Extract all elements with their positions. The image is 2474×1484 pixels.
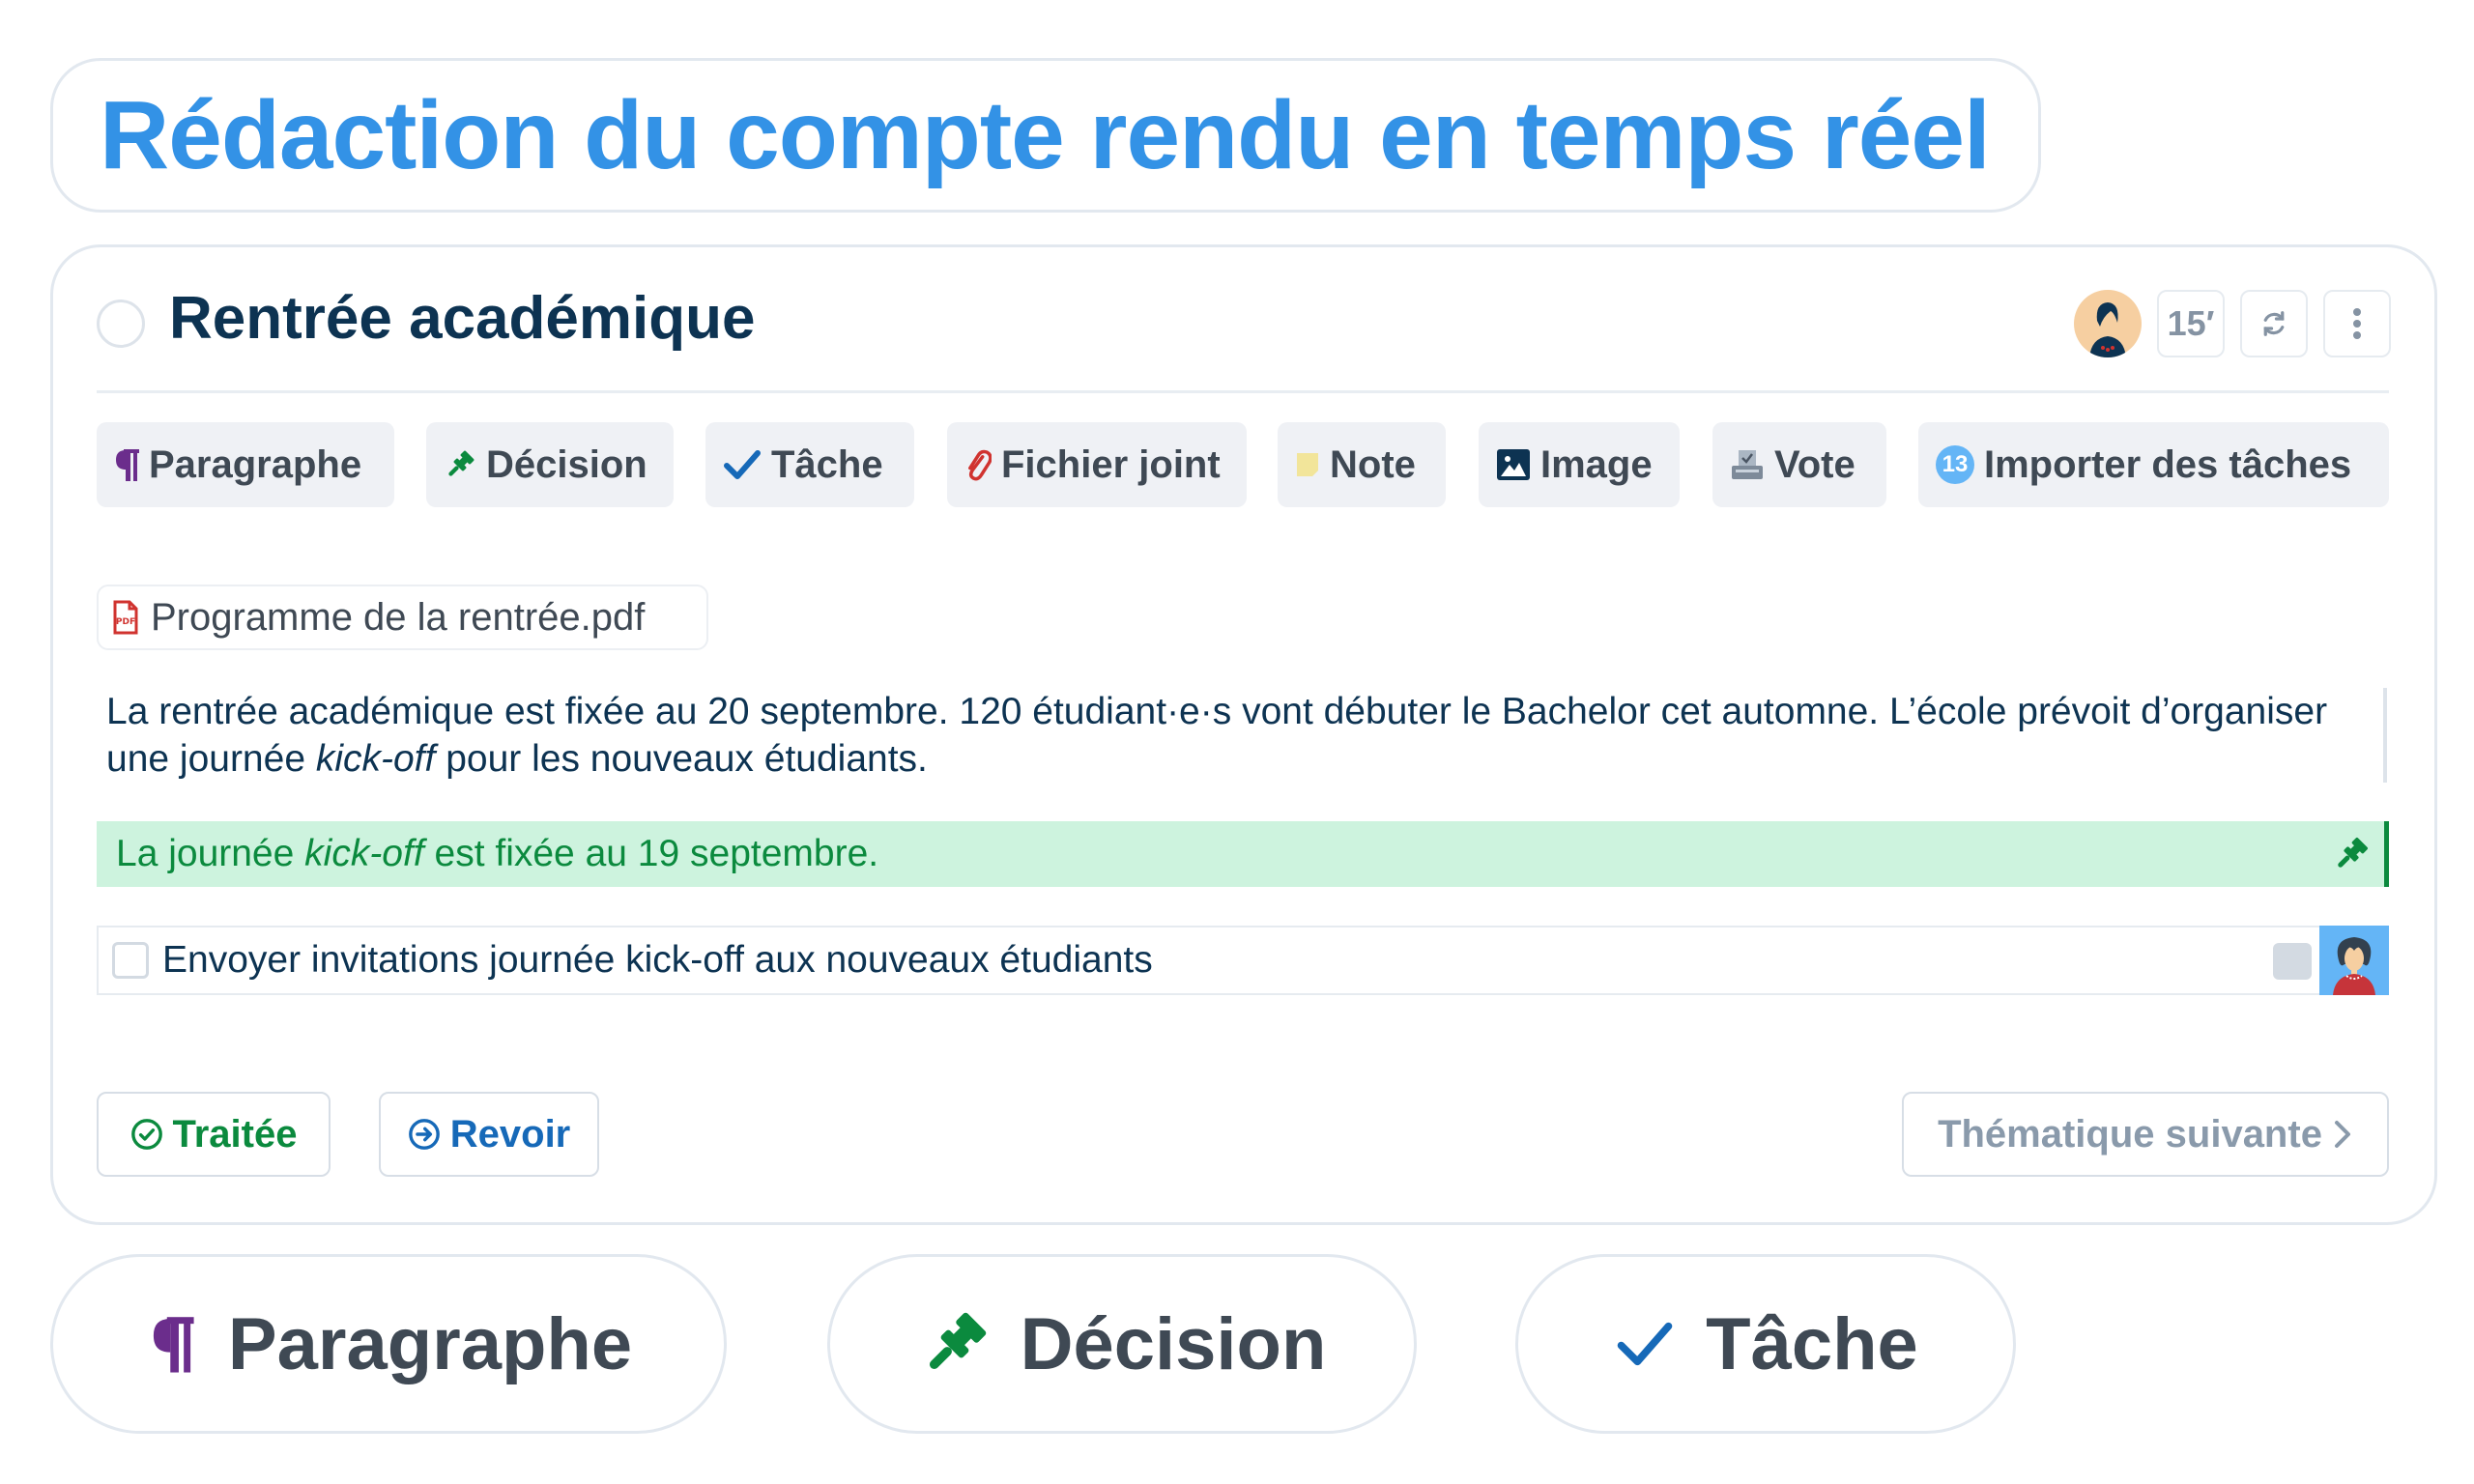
- toolbar-label: Paragraphe: [149, 442, 362, 486]
- paragraph-text-end: pour les nouveaux étudiants.: [435, 738, 928, 780]
- more-vertical-icon: [2353, 308, 2361, 339]
- more-options-button[interactable]: [2323, 290, 2391, 357]
- decision-text-start: La journée: [116, 833, 305, 874]
- legend-pill-paragraphe: Paragraphe: [50, 1254, 727, 1434]
- page-title-container: Rédaction du compte rendu en temps réel: [50, 58, 2041, 213]
- gavel-icon: [929, 1312, 986, 1370]
- review-label: Revoir: [449, 1112, 571, 1156]
- task-checkbox[interactable]: [112, 942, 149, 979]
- duration-badge[interactable]: 15′: [2157, 290, 2225, 357]
- pilcrow-icon: [153, 1317, 194, 1373]
- header-divider: [97, 390, 2389, 393]
- refresh-icon: [2263, 311, 2285, 336]
- chevron-right-icon: [2334, 1121, 2350, 1148]
- task-text: Envoyer invitations journée kick-off aux…: [162, 939, 1153, 981]
- arrow-circle-right-icon: [408, 1119, 440, 1150]
- toolbar-label: Image: [1540, 442, 1653, 486]
- toolbar-label: Tâche: [771, 442, 883, 486]
- task-due-date-button[interactable]: [2273, 943, 2312, 980]
- toolbar-label: Décision: [486, 442, 647, 486]
- legend-label: Paragraphe: [227, 1302, 633, 1385]
- toolbar-importer-taches-button[interactable]: 13 Importer des tâches: [1918, 422, 2389, 507]
- import-count-badge: 13: [1936, 445, 1974, 484]
- gavel-icon: [2338, 838, 2368, 868]
- decision-italic: kick-off: [304, 833, 424, 874]
- check-icon: [724, 450, 761, 479]
- toolbar-tache-button[interactable]: Tâche: [705, 422, 914, 507]
- check-circle-icon: [130, 1119, 162, 1150]
- toolbar-decision-button[interactable]: Décision: [426, 422, 674, 507]
- pdf-file-icon: PDF: [113, 600, 138, 635]
- legend-label: Tâche: [1706, 1302, 1918, 1385]
- user-avatar[interactable]: [2074, 290, 2142, 357]
- attachment-filename: Programme de la rentrée.pdf: [151, 595, 646, 639]
- task-row[interactable]: Envoyer invitations journée kick-off aux…: [97, 926, 2389, 995]
- legend-label: Décision: [1020, 1302, 1327, 1385]
- task-assignee-avatar[interactable]: [2319, 926, 2389, 995]
- sticky-note-icon: [1297, 453, 1318, 476]
- toolbar-image-button[interactable]: Image: [1479, 422, 1680, 507]
- ballot-box-icon: [1732, 450, 1763, 479]
- attachment-chip[interactable]: PDF Programme de la rentrée.pdf: [97, 585, 708, 650]
- toolbar-paragraphe-button[interactable]: Paragraphe: [97, 422, 394, 507]
- image-icon: [1497, 449, 1530, 480]
- paragraph-block[interactable]: La rentrée académique est fixée au 20 se…: [106, 688, 2377, 783]
- toolbar-vote-button[interactable]: Vote: [1712, 422, 1886, 507]
- check-icon: [1617, 1322, 1673, 1366]
- refresh-button[interactable]: [2240, 290, 2308, 357]
- toolbar-label: Note: [1330, 442, 1416, 486]
- legend-pill-tache: Tâche: [1515, 1254, 2016, 1434]
- decision-text-end: est fixée au 19 septembre.: [423, 833, 879, 874]
- gavel-icon: [448, 450, 475, 476]
- next-topic-button[interactable]: Thématique suivante: [1902, 1092, 2389, 1177]
- decision-text: La journée kick-off est fixée au 19 sept…: [116, 833, 878, 875]
- toolbar-label: Fichier joint: [1001, 442, 1221, 486]
- topic-title: Rentrée académique: [169, 285, 756, 352]
- paragraph-edge-marker: [2383, 688, 2387, 783]
- mark-treated-label: Traitée: [172, 1112, 298, 1156]
- toolbar-note-button[interactable]: Note: [1278, 422, 1446, 507]
- mark-treated-button[interactable]: Traitée: [97, 1092, 331, 1177]
- page-title: Rédaction du compte rendu en temps réel: [100, 80, 1991, 189]
- topic-status-toggle[interactable]: [97, 300, 145, 348]
- toolbar-label: Importer des tâches: [1984, 442, 2352, 486]
- next-topic-label: Thématique suivante: [1938, 1112, 2322, 1156]
- legend-pill-decision: Décision: [827, 1254, 1417, 1434]
- pilcrow-icon: [116, 449, 139, 481]
- paperclip-icon: [968, 449, 992, 481]
- review-button[interactable]: Revoir: [379, 1092, 599, 1177]
- svg-text:PDF: PDF: [116, 617, 135, 627]
- toolbar-fichier-joint-button[interactable]: Fichier joint: [947, 422, 1247, 507]
- paragraph-italic: kick-off: [315, 738, 436, 780]
- toolbar-label: Vote: [1774, 442, 1856, 486]
- duration-label: 15′: [2167, 303, 2215, 343]
- decision-block[interactable]: La journée kick-off est fixée au 19 sept…: [97, 821, 2389, 887]
